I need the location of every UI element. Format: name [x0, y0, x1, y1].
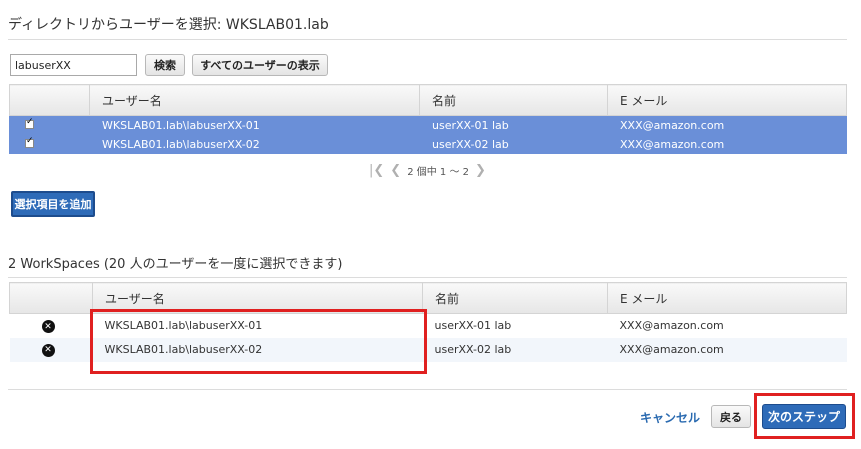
next-step-highlight-box [754, 393, 855, 439]
name-column-header[interactable]: 名前 [419, 84, 608, 116]
name-cell: userXX-02 lab [422, 337, 608, 362]
prev-page-icon[interactable]: ❮ [390, 163, 401, 178]
show-all-users-button[interactable]: すべてのユーザーの表示 [192, 54, 328, 76]
select-column-header [9, 84, 90, 116]
remove-column-header [9, 282, 93, 314]
table-row[interactable]: WKSLAB01.lab\labuserXX-01 userXX-01 lab … [9, 115, 847, 135]
workspaces-section-title: 2 WorkSpaces (20 人のユーザーを一度に選択できます) [8, 257, 343, 272]
cancel-link[interactable]: キャンセル [640, 409, 700, 426]
remove-icon[interactable]: ✕ [41, 320, 55, 333]
row-checkbox[interactable] [25, 136, 34, 148]
name-cell: userXX-02 lab [419, 134, 608, 154]
email-cell: XXX@amazon.com [607, 134, 847, 154]
add-selected-button[interactable]: 選択項目を追加 [11, 191, 95, 217]
back-button[interactable]: 戻る [711, 405, 751, 428]
username-column-header[interactable]: ユーザー名 [89, 84, 420, 116]
username-highlight-box [90, 309, 427, 374]
table-row[interactable]: WKSLAB01.lab\labuserXX-02 userXX-02 lab … [9, 134, 847, 154]
username-cell: WKSLAB01.lab\labuserXX-01 [89, 115, 420, 135]
next-page-icon[interactable]: ❯ [475, 163, 486, 178]
pagination: |❮ ❮ 2 個中 1 ～ 2 ❯ [369, 163, 486, 178]
name-cell: userXX-01 lab [419, 115, 608, 135]
name-column-header[interactable]: 名前 [422, 282, 608, 314]
email-cell: XXX@amazon.com [607, 115, 847, 135]
username-cell: WKSLAB01.lab\labuserXX-02 [89, 134, 420, 154]
first-page-icon[interactable]: |❮ [369, 163, 384, 178]
search-button[interactable]: 検索 [145, 54, 185, 76]
table-header-row: ユーザー名 名前 E メール [9, 84, 847, 116]
row-checkbox[interactable] [25, 117, 34, 129]
directory-users-table: ユーザー名 名前 E メール WKSLAB01.lab\labuserXX-01… [9, 84, 847, 154]
section-divider [8, 39, 847, 40]
name-cell: userXX-01 lab [434, 319, 512, 333]
remove-icon[interactable]: ✕ [41, 343, 55, 357]
footer-divider [8, 389, 847, 390]
email-cell: XXX@amazon.com [619, 319, 724, 333]
email-column-header[interactable]: E メール [607, 282, 847, 314]
email-column-header[interactable]: E メール [607, 84, 847, 116]
email-cell: XXX@amazon.com [607, 337, 847, 362]
section-divider [8, 277, 847, 278]
pagination-text: 2 個中 1 ～ 2 [407, 167, 469, 178]
search-input[interactable] [10, 54, 137, 76]
directory-section-title: ディレクトリからユーザーを選択: WKSLAB01.lab [8, 17, 329, 33]
